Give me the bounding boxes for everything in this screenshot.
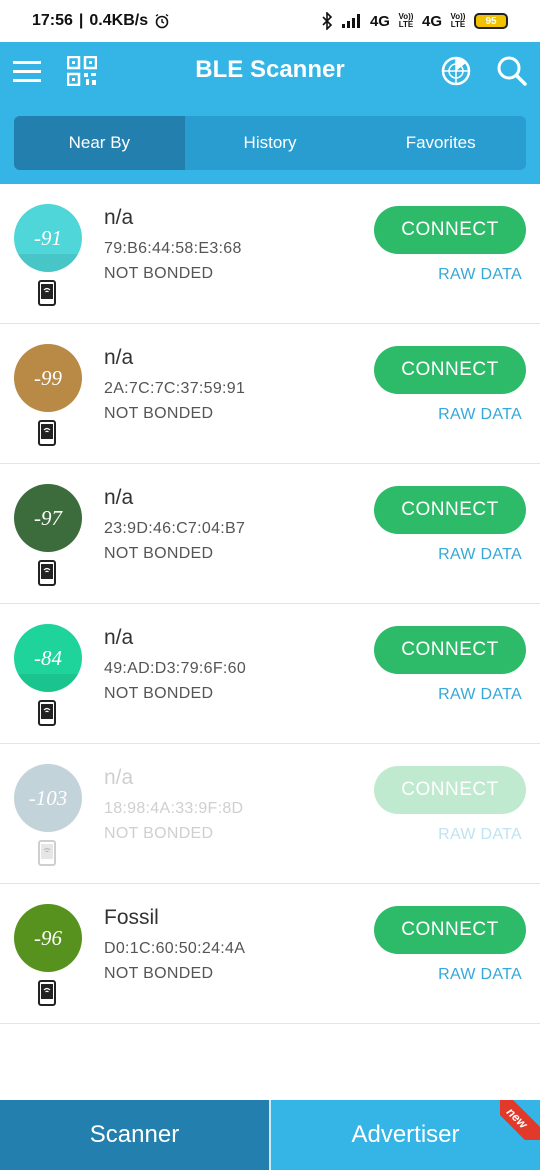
device-name: n/a: [104, 766, 134, 789]
connect-button[interactable]: CONNECT: [374, 346, 526, 394]
scanner-tab[interactable]: Scanner: [0, 1100, 271, 1170]
device-mac: D0:1C:60:50:24:4A: [104, 940, 246, 957]
device-list: -91 n/a 79:B6:44:58:E3:68 NOT BONDED CON…: [0, 184, 540, 1024]
raw-data-link[interactable]: RAW DATA: [424, 686, 534, 704]
alarm-icon: [155, 13, 169, 29]
device-mac: 49:AD:D3:79:6F:60: [104, 660, 247, 677]
connect-button[interactable]: CONNECT: [374, 906, 526, 954]
rssi-badge: -97: [14, 484, 82, 552]
advertiser-tab[interactable]: Advertiser new: [271, 1100, 540, 1170]
connect-button[interactable]: CONNECT: [374, 626, 526, 674]
search-icon[interactable]: [494, 53, 530, 89]
rssi-badge: -99: [14, 344, 82, 412]
phone-icon: [38, 280, 56, 306]
bond-status: NOT BONDED: [104, 825, 214, 842]
bond-status: NOT BONDED: [104, 965, 214, 982]
rssi-badge: -91: [14, 204, 82, 272]
volte-label-1: Vo)) LTE: [398, 12, 414, 29]
raw-data-link[interactable]: RAW DATA: [424, 966, 534, 984]
rssi-badge: -103: [14, 764, 82, 832]
device-mac: 18:98:4A:33:9F:8D: [104, 800, 244, 817]
status-speed: 0.4KB/s: [89, 12, 149, 29]
device-row[interactable]: -96 Fossil D0:1C:60:50:24:4A NOT BONDED …: [0, 884, 540, 1024]
device-row[interactable]: -91 n/a 79:B6:44:58:E3:68 NOT BONDED CON…: [0, 184, 540, 324]
device-mac: 2A:7C:7C:37:59:91: [104, 380, 246, 397]
status-bar: 17:56 | 0.4KB/s 4G Vo)) LTE 4G Vo)) LTE …: [0, 0, 540, 42]
device-name: n/a: [104, 206, 134, 229]
phone-icon: [38, 840, 56, 866]
tab-bar: Near By History Favorites: [14, 116, 526, 170]
bluetooth-icon: [322, 12, 333, 30]
device-mac: 23:9D:46:C7:04:B7: [104, 520, 246, 537]
bond-status: NOT BONDED: [104, 545, 214, 562]
battery-icon: 95: [474, 13, 508, 29]
device-name: n/a: [104, 626, 134, 649]
device-name: n/a: [104, 486, 134, 509]
phone-icon: [38, 700, 56, 726]
status-time: 17:56: [32, 12, 73, 29]
device-row[interactable]: -103 n/a 18:98:4A:33:9F:8D NOT BONDED CO…: [0, 744, 540, 884]
network-type-1: 4G: [369, 12, 390, 30]
device-name: Fossil: [104, 906, 159, 929]
device-name: n/a: [104, 346, 134, 369]
rssi-badge: -96: [14, 904, 82, 972]
bond-status: NOT BONDED: [104, 265, 214, 282]
bond-status: NOT BONDED: [104, 405, 214, 422]
bond-status: NOT BONDED: [104, 685, 214, 702]
raw-data-link[interactable]: RAW DATA: [424, 826, 534, 844]
connect-button[interactable]: CONNECT: [374, 486, 526, 534]
tab-favorites[interactable]: Favorites: [355, 116, 526, 170]
device-row[interactable]: -97 n/a 23:9D:46:C7:04:B7 NOT BONDED CON…: [0, 464, 540, 604]
device-row[interactable]: -84 n/a 49:AD:D3:79:6F:60 NOT BONDED CON…: [0, 604, 540, 744]
raw-data-link[interactable]: RAW DATA: [424, 266, 534, 284]
device-mac: 79:B6:44:58:E3:68: [104, 240, 242, 257]
network-type-2: 4G: [421, 12, 442, 30]
tab-near-by[interactable]: Near By: [14, 116, 185, 170]
tab-history[interactable]: History: [185, 116, 356, 170]
raw-data-link[interactable]: RAW DATA: [424, 546, 534, 564]
phone-icon: [38, 420, 56, 446]
app-bar: BLE Scanner Near By History Favorites: [0, 42, 540, 184]
connect-button[interactable]: CONNECT: [374, 206, 526, 254]
rssi-badge: -84: [14, 624, 82, 692]
bottom-nav: Scanner Advertiser new: [0, 1100, 540, 1170]
volte-label-2: Vo)) LTE: [450, 12, 466, 29]
radar-icon[interactable]: [438, 53, 474, 89]
raw-data-link[interactable]: RAW DATA: [424, 406, 534, 424]
phone-icon: [38, 980, 56, 1006]
phone-icon: [38, 560, 56, 586]
new-badge: new: [500, 1100, 540, 1140]
device-row[interactable]: -99 n/a 2A:7C:7C:37:59:91 NOT BONDED CON…: [0, 324, 540, 464]
connect-button[interactable]: CONNECT: [374, 766, 526, 814]
signal-icon: [341, 14, 360, 28]
